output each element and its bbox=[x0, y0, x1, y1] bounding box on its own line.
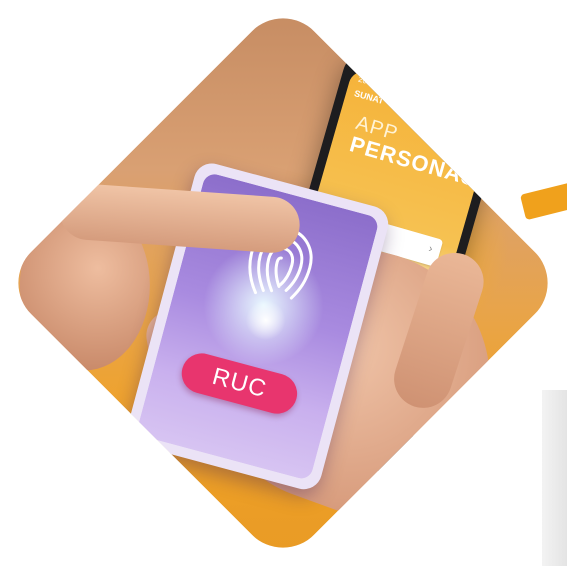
photo-stage: 20:18 4G 84% SUNAT APP PERSONAS › › › › … bbox=[0, 0, 567, 566]
grey-edge-panel bbox=[542, 390, 567, 566]
status-time: 20:18 bbox=[357, 74, 379, 89]
sunat-logo: SUNAT bbox=[353, 88, 385, 107]
status-indicators: 4G 84% bbox=[458, 103, 489, 121]
ruc-button[interactable]: RUC bbox=[177, 348, 302, 419]
diamond-photo-frame: 20:18 4G 84% SUNAT APP PERSONAS › › › › … bbox=[0, 0, 566, 566]
app-title: PERSONAS bbox=[346, 131, 481, 192]
photo-content: 20:18 4G 84% SUNAT APP PERSONAS › › › › … bbox=[0, 0, 566, 565]
orange-accent-stripe bbox=[520, 180, 567, 221]
chevron-right-icon: › bbox=[427, 242, 434, 256]
